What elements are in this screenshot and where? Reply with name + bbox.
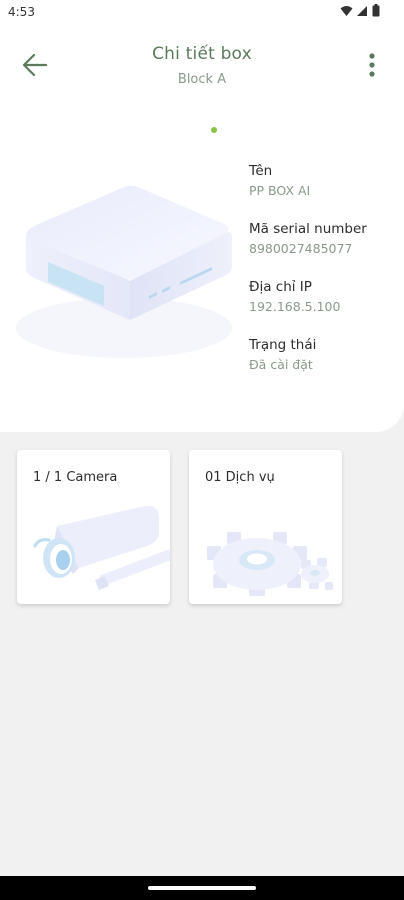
system-navigation-bar bbox=[0, 876, 404, 900]
status-icons bbox=[340, 4, 380, 17]
camera-card[interactable]: 1 / 1 Camera bbox=[17, 450, 170, 604]
page-title: Chi tiết box bbox=[152, 44, 252, 64]
status-bar: 4:53 bbox=[0, 0, 404, 26]
signal-icon bbox=[357, 5, 367, 16]
service-card[interactable]: 01 Dịch vụ bbox=[189, 450, 342, 604]
field-name-value: PP BOX AI bbox=[249, 183, 311, 198]
field-serial-label: Mã serial number bbox=[249, 221, 367, 237]
gear-icon bbox=[207, 532, 333, 596]
ai-box-illustration bbox=[16, 185, 232, 358]
camera-card-title: 1 / 1 Camera bbox=[33, 470, 118, 485]
wifi-icon bbox=[340, 5, 353, 16]
field-serial-value: 8980027485077 bbox=[249, 241, 353, 256]
service-card-title: 01 Dịch vụ bbox=[205, 470, 275, 485]
status-time: 4:53 bbox=[8, 5, 35, 19]
page-indicator-dot bbox=[211, 127, 217, 133]
field-name-label: Tên bbox=[249, 163, 273, 179]
home-gesture-handle[interactable] bbox=[148, 886, 256, 890]
camera-icon bbox=[33, 505, 170, 590]
battery-icon bbox=[372, 4, 380, 17]
more-vertical-icon bbox=[369, 53, 375, 77]
page-subtitle: Block A bbox=[177, 72, 227, 87]
field-ip: Địa chỉ IP 192.168.5.100 bbox=[249, 279, 340, 314]
field-name: Tên PP BOX AI bbox=[249, 163, 310, 198]
more-options-button[interactable] bbox=[360, 48, 384, 82]
field-status-value: Đã cài đặt bbox=[249, 357, 313, 372]
field-serial: Mã serial number 8980027485077 bbox=[249, 221, 367, 256]
field-ip-label: Địa chỉ IP bbox=[249, 279, 312, 295]
field-status: Trạng thái Đã cài đặt bbox=[249, 337, 316, 372]
field-ip-value: 192.168.5.100 bbox=[249, 299, 341, 314]
field-status-label: Trạng thái bbox=[249, 337, 317, 353]
